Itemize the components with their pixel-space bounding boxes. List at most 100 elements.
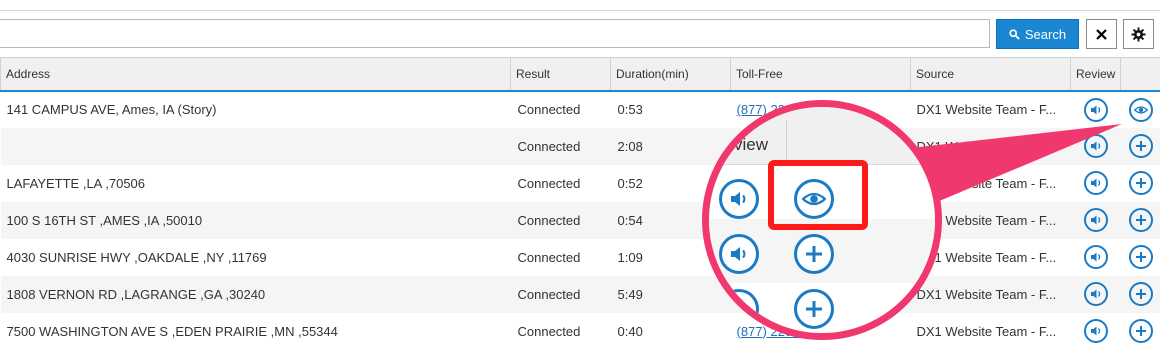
cell-result: Connected (511, 165, 611, 202)
cell-review (1071, 202, 1121, 239)
cell-result: Connected (511, 91, 611, 128)
add-button[interactable] (1129, 171, 1153, 195)
play-recording-button[interactable] (1084, 319, 1108, 343)
plus-icon (1134, 213, 1148, 227)
add-button[interactable] (1129, 282, 1153, 306)
cell-result: Connected (511, 313, 611, 350)
play-recording-button[interactable] (1084, 98, 1108, 122)
plus-icon (1134, 250, 1148, 264)
column-header-address[interactable]: Address (1, 58, 511, 91)
cell-duration: 0:40 (611, 313, 731, 350)
clear-button[interactable] (1086, 19, 1117, 49)
cell-actions (1121, 313, 1160, 350)
table-row[interactable]: 4030 SUNRISE HWY ,OAKDALE ,NY ,11769Conn… (1, 239, 1160, 276)
cell-source: DX1 Website Team - F... (911, 313, 1071, 350)
cell-source: DX1 Website Team - F... (911, 165, 1071, 202)
cell-duration: 1:09 (611, 239, 731, 276)
search-input[interactable] (0, 19, 990, 48)
cell-review (1071, 128, 1121, 165)
close-icon (1095, 28, 1108, 41)
cell-source: DX1 Website Team - F... (911, 276, 1071, 313)
play-recording-button[interactable] (1084, 208, 1108, 232)
cell-address: 100 S 16TH ST ,AMES ,IA ,50010 (1, 202, 511, 239)
column-header-result[interactable]: Result (511, 58, 611, 91)
search-icon (1009, 29, 1020, 40)
column-header-source[interactable]: Source (911, 58, 1071, 91)
cell-source: DX1 Website Team - F... (911, 202, 1071, 239)
cell-actions (1121, 276, 1160, 313)
cell-toll-free (731, 202, 911, 239)
settings-button[interactable] (1123, 19, 1154, 49)
cell-actions (1121, 239, 1160, 276)
cell-result: Connected (511, 202, 611, 239)
cell-result: Connected (511, 239, 611, 276)
speaker-icon (1089, 324, 1103, 338)
cell-duration: 0:52 (611, 165, 731, 202)
cell-toll-free: (877) 220-9906 (731, 313, 911, 350)
cell-review (1071, 313, 1121, 350)
cell-address: 1808 VERNON RD ,LAGRANGE ,GA ,30240 (1, 276, 511, 313)
add-button[interactable] (1129, 319, 1153, 343)
cell-review (1071, 91, 1121, 128)
plus-icon (1134, 176, 1148, 190)
cell-toll-free (731, 239, 911, 276)
column-header-actions (1121, 58, 1160, 91)
plus-icon (1134, 139, 1148, 153)
column-header-toll-free[interactable]: Toll-Free (731, 58, 911, 91)
cell-result: Connected (511, 276, 611, 313)
cell-address: 141 CAMPUS AVE, Ames, IA (Story) (1, 91, 511, 128)
search-button[interactable]: Search (996, 19, 1079, 49)
cell-actions (1121, 202, 1160, 239)
call-log-table: Address Result Duration(min) Toll-Free S… (0, 57, 1160, 350)
speaker-icon (1089, 250, 1103, 264)
play-recording-button[interactable] (1084, 171, 1108, 195)
cell-toll-free (731, 128, 911, 165)
table-row[interactable]: 1808 VERNON RD ,LAGRANGE ,GA ,30240Conne… (1, 276, 1160, 313)
view-details-button[interactable] (1129, 98, 1153, 122)
column-header-duration[interactable]: Duration(min) (611, 58, 731, 91)
table-header-row: Address Result Duration(min) Toll-Free S… (1, 58, 1160, 91)
cell-address: LAFAYETTE ,LA ,70506 (1, 165, 511, 202)
table-row[interactable]: 100 S 16TH ST ,AMES ,IA ,50010Connected0… (1, 202, 1160, 239)
cell-address: 7500 WASHINGTON AVE S ,EDEN PRAIRIE ,MN … (1, 313, 511, 350)
cell-review (1071, 276, 1121, 313)
gear-icon (1131, 27, 1146, 42)
eye-icon (1134, 105, 1148, 115)
play-recording-button[interactable] (1084, 245, 1108, 269)
add-button[interactable] (1129, 245, 1153, 269)
cell-actions (1121, 165, 1160, 202)
cell-source: DX1 Website Team - F... (911, 239, 1071, 276)
speaker-icon (1089, 103, 1103, 117)
cell-result: Connected (511, 128, 611, 165)
play-recording-button[interactable] (1084, 134, 1108, 158)
cell-source: DX1 Website Team - F... (911, 91, 1071, 128)
cell-address: 4030 SUNRISE HWY ,OAKDALE ,NY ,11769 (1, 239, 511, 276)
cell-toll-free: (877) 220-9906 (731, 91, 911, 128)
toll-free-link[interactable]: (877) 220-9906 (737, 102, 826, 117)
cell-duration: 0:54 (611, 202, 731, 239)
cell-actions (1121, 91, 1160, 128)
play-recording-button[interactable] (1084, 282, 1108, 306)
top-border (0, 0, 1160, 11)
plus-icon (1134, 287, 1148, 301)
table-row[interactable]: LAFAYETTE ,LA ,70506Connected0:52 DX1 Web… (1, 165, 1160, 202)
add-button[interactable] (1129, 134, 1153, 158)
speaker-icon (1089, 287, 1103, 301)
table-row[interactable]: Connected2:08 DX1 Website Team - F... (1, 128, 1160, 165)
plus-icon (1134, 324, 1148, 338)
table-row[interactable]: 7500 WASHINGTON AVE S ,EDEN PRAIRIE ,MN … (1, 313, 1160, 350)
cell-duration: 2:08 (611, 128, 731, 165)
add-button[interactable] (1129, 208, 1153, 232)
table-row[interactable]: 141 CAMPUS AVE, Ames, IA (Story)Connecte… (1, 91, 1160, 128)
column-header-review[interactable]: Review (1071, 58, 1121, 91)
cell-toll-free (731, 165, 911, 202)
cell-source: DX1 Website Team - F... (911, 128, 1071, 165)
speaker-icon (1089, 139, 1103, 153)
search-button-label: Search (1025, 27, 1066, 42)
speaker-icon (1089, 213, 1103, 227)
cell-review (1071, 165, 1121, 202)
cell-address (1, 128, 511, 165)
cell-toll-free (731, 276, 911, 313)
cell-actions (1121, 128, 1160, 165)
toll-free-link[interactable]: (877) 220-9906 (737, 324, 826, 339)
